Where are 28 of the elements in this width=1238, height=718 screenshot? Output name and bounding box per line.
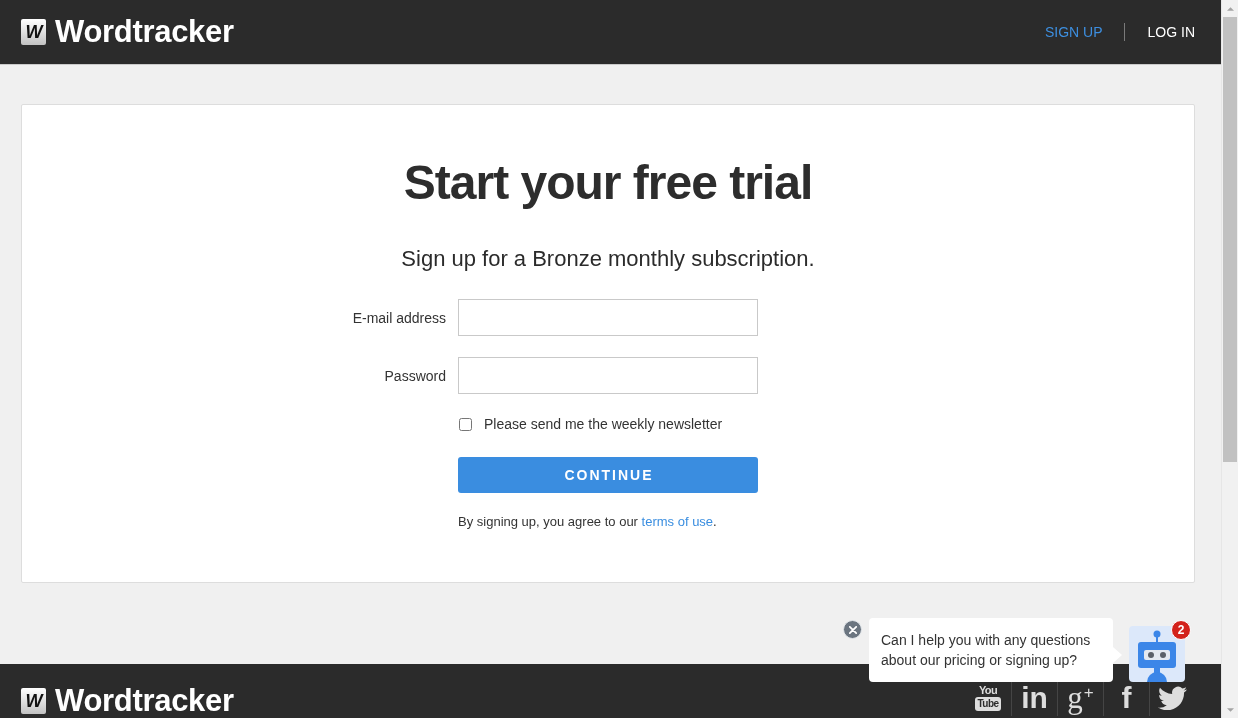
social-link[interactable]: in (1021, 683, 1048, 713)
newsletter-label: Please send me the weekly newsletter (484, 415, 723, 433)
nav-link[interactable]: SIGN UP (1044, 23, 1103, 41)
input-field[interactable] (458, 299, 758, 336)
subtitle: Sign up for a Bronze monthly subscription. (400, 245, 816, 273)
terms-text: By signing up, you agree to our terms of use. (458, 513, 718, 531)
logo-mark: W (21, 19, 46, 45)
scrollbar-thumb[interactable] (1223, 17, 1237, 462)
chat-message: Can I help you with any questions about our pricing or signing up? (881, 632, 1091, 668)
field-label: E-mail address (352, 308, 446, 327)
scroll-up-icon[interactable] (1226, 6, 1234, 11)
field-label: Password (384, 366, 446, 385)
nav-link[interactable]: LOG IN (1147, 23, 1195, 41)
scroll-down-icon[interactable] (1226, 707, 1234, 712)
notification-badge: 2 (1171, 620, 1191, 640)
close-icon (848, 625, 857, 634)
social-link[interactable]: f (1121, 683, 1132, 713)
social-link[interactable]: g$^{+}$ (1067, 683, 1094, 713)
social-link[interactable] (1158, 686, 1187, 710)
logo-text: Wordtracker (55, 14, 234, 50)
logo-text: Wordtracker (55, 683, 234, 718)
newsletter-checkbox[interactable] (459, 417, 472, 431)
terms-link[interactable]: terms of use (641, 514, 714, 529)
close-button[interactable] (843, 620, 862, 639)
page-title: Start your free trial (402, 155, 814, 211)
input-field[interactable] (458, 357, 758, 394)
logo-mark: W (21, 688, 46, 714)
bird-icon (1158, 686, 1187, 710)
